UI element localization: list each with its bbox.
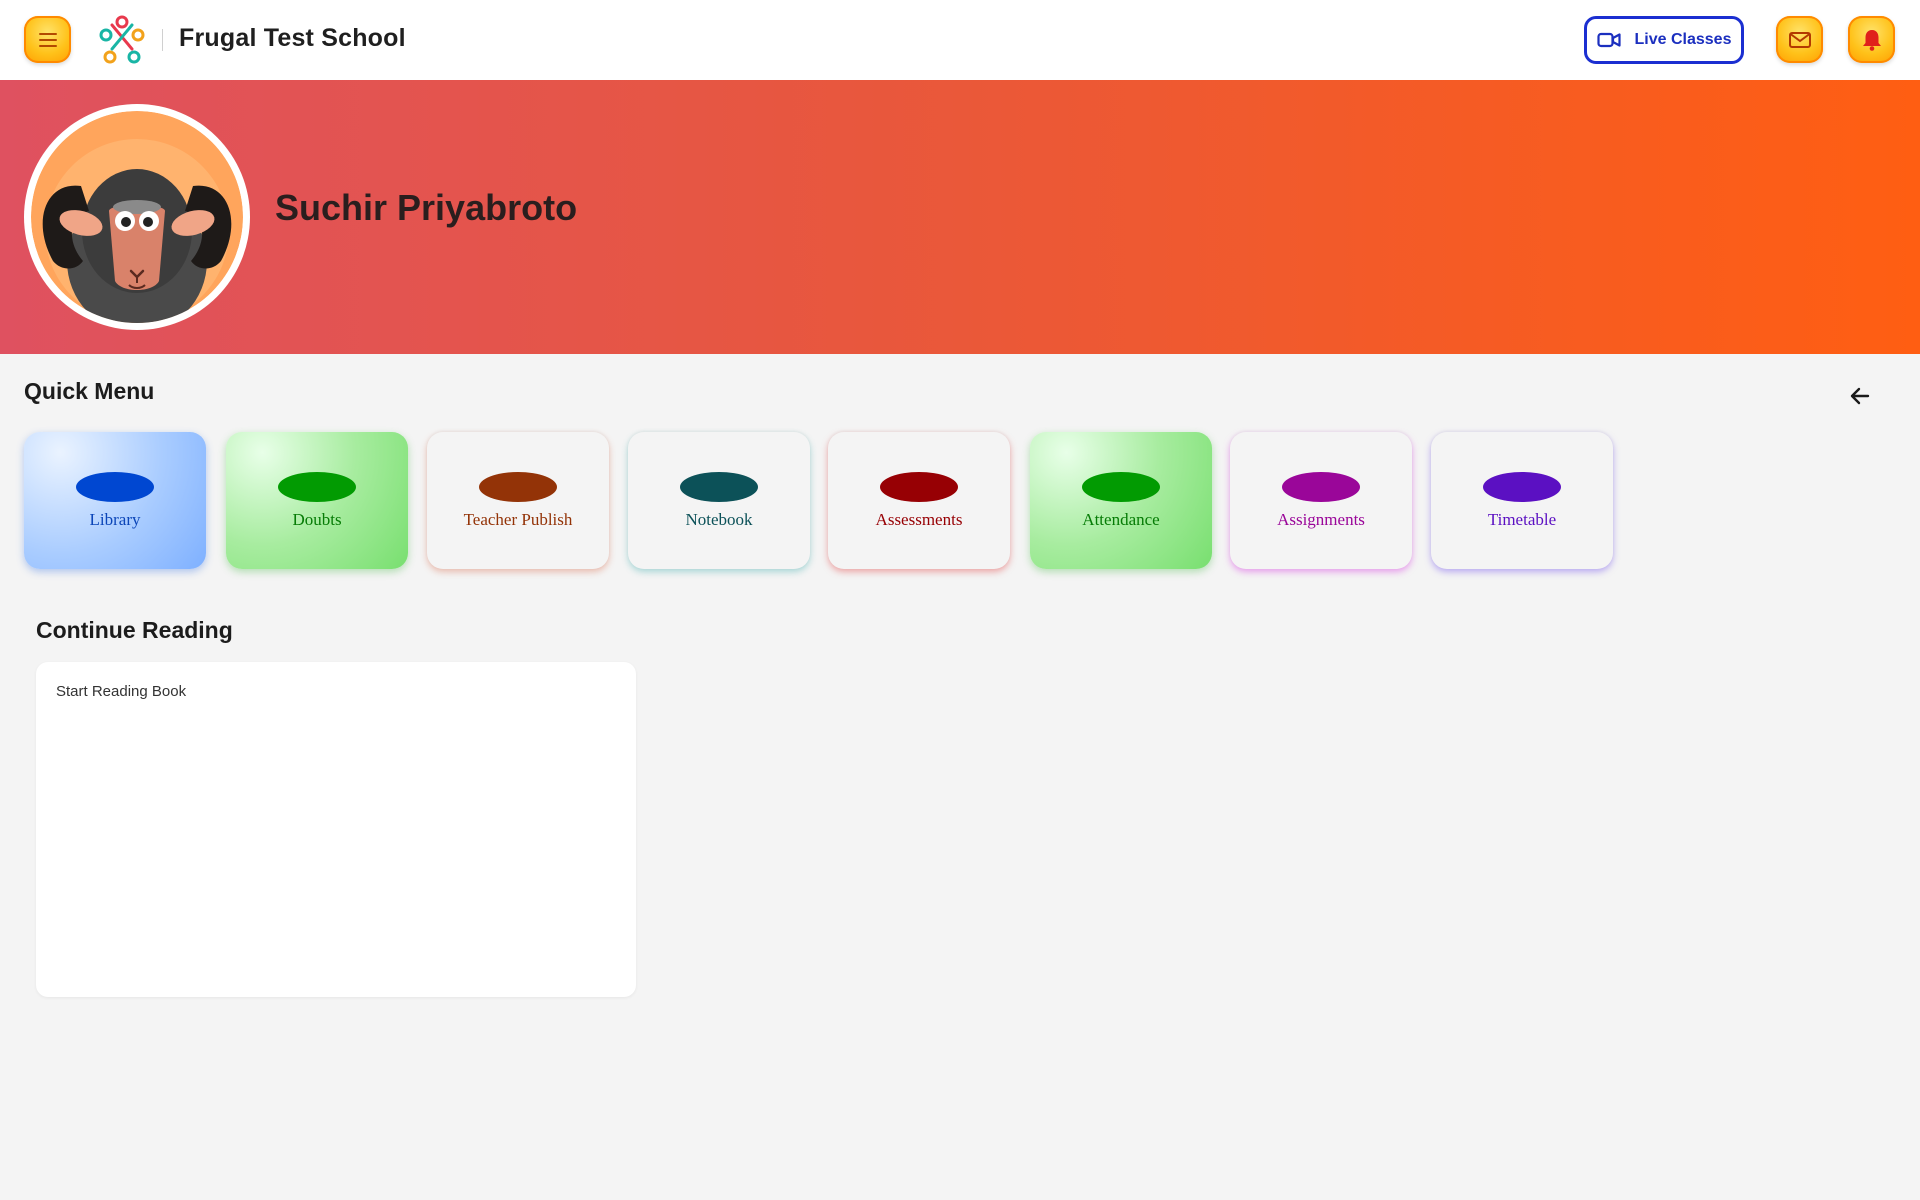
tile-label: Assessments — [875, 510, 963, 529]
quick-menu-assessments[interactable]: Assessments — [828, 432, 1010, 569]
continue-reading-title: Continue Reading — [36, 617, 233, 643]
quick-menu-assignments[interactable]: Assignments — [1230, 432, 1412, 569]
assignments-icon — [1282, 472, 1360, 502]
tile-label: Library — [89, 510, 141, 529]
notebook-icon — [680, 472, 758, 502]
quick-menu-doubts[interactable]: Doubts — [226, 432, 408, 569]
menu-button[interactable] — [24, 16, 71, 63]
assessments-icon — [880, 472, 958, 502]
live-classes-button[interactable]: Live Classes — [1584, 16, 1744, 64]
ram-avatar-icon — [31, 111, 243, 323]
live-classes-label: Live Classes — [1634, 31, 1732, 48]
school-logo-icon[interactable] — [98, 15, 146, 65]
continue-reading-card[interactable]: Start Reading Book — [36, 662, 636, 997]
attendance-icon — [1082, 472, 1160, 502]
quick-menu-library[interactable]: Library — [24, 432, 206, 569]
library-icon — [76, 472, 154, 502]
tile-label: Teacher Publish — [463, 510, 573, 529]
quick-menu-teacher-publish[interactable]: Teacher Publish — [427, 432, 609, 569]
quick-menu-notebook[interactable]: Notebook — [628, 432, 810, 569]
video-camera-icon — [1596, 32, 1621, 48]
arrow-left-icon[interactable] — [1846, 382, 1874, 410]
quick-menu-timetable[interactable]: Timetable — [1431, 432, 1613, 569]
mail-icon — [1788, 31, 1811, 48]
brand-divider — [162, 29, 163, 51]
tile-label: Timetable — [1487, 510, 1557, 529]
tile-label: Notebook — [685, 510, 753, 529]
notifications-button[interactable] — [1848, 16, 1895, 63]
start-reading-text[interactable]: Start Reading Book — [56, 683, 186, 700]
tile-label: Attendance — [1082, 510, 1160, 529]
teacher-publish-icon — [479, 472, 557, 502]
quick-menu-attendance[interactable]: Attendance — [1030, 432, 1212, 569]
tile-label: Assignments — [1277, 510, 1365, 529]
mail-button[interactable] — [1776, 16, 1823, 63]
profile-banner: Suchir Priyabroto — [0, 80, 1920, 354]
timetable-icon — [1483, 472, 1561, 502]
hamburger-menu-icon — [38, 32, 57, 47]
top-bar: Frugal Test School Live Classes — [0, 0, 1920, 80]
doubts-icon — [278, 472, 356, 502]
school-name: Frugal Test School — [179, 24, 406, 52]
profile-avatar[interactable] — [24, 104, 250, 330]
profile-name: Suchir Priyabroto — [275, 187, 578, 228]
bell-icon — [1862, 29, 1881, 51]
tile-label: Doubts — [292, 510, 342, 529]
quick-menu-title: Quick Menu — [24, 378, 155, 404]
